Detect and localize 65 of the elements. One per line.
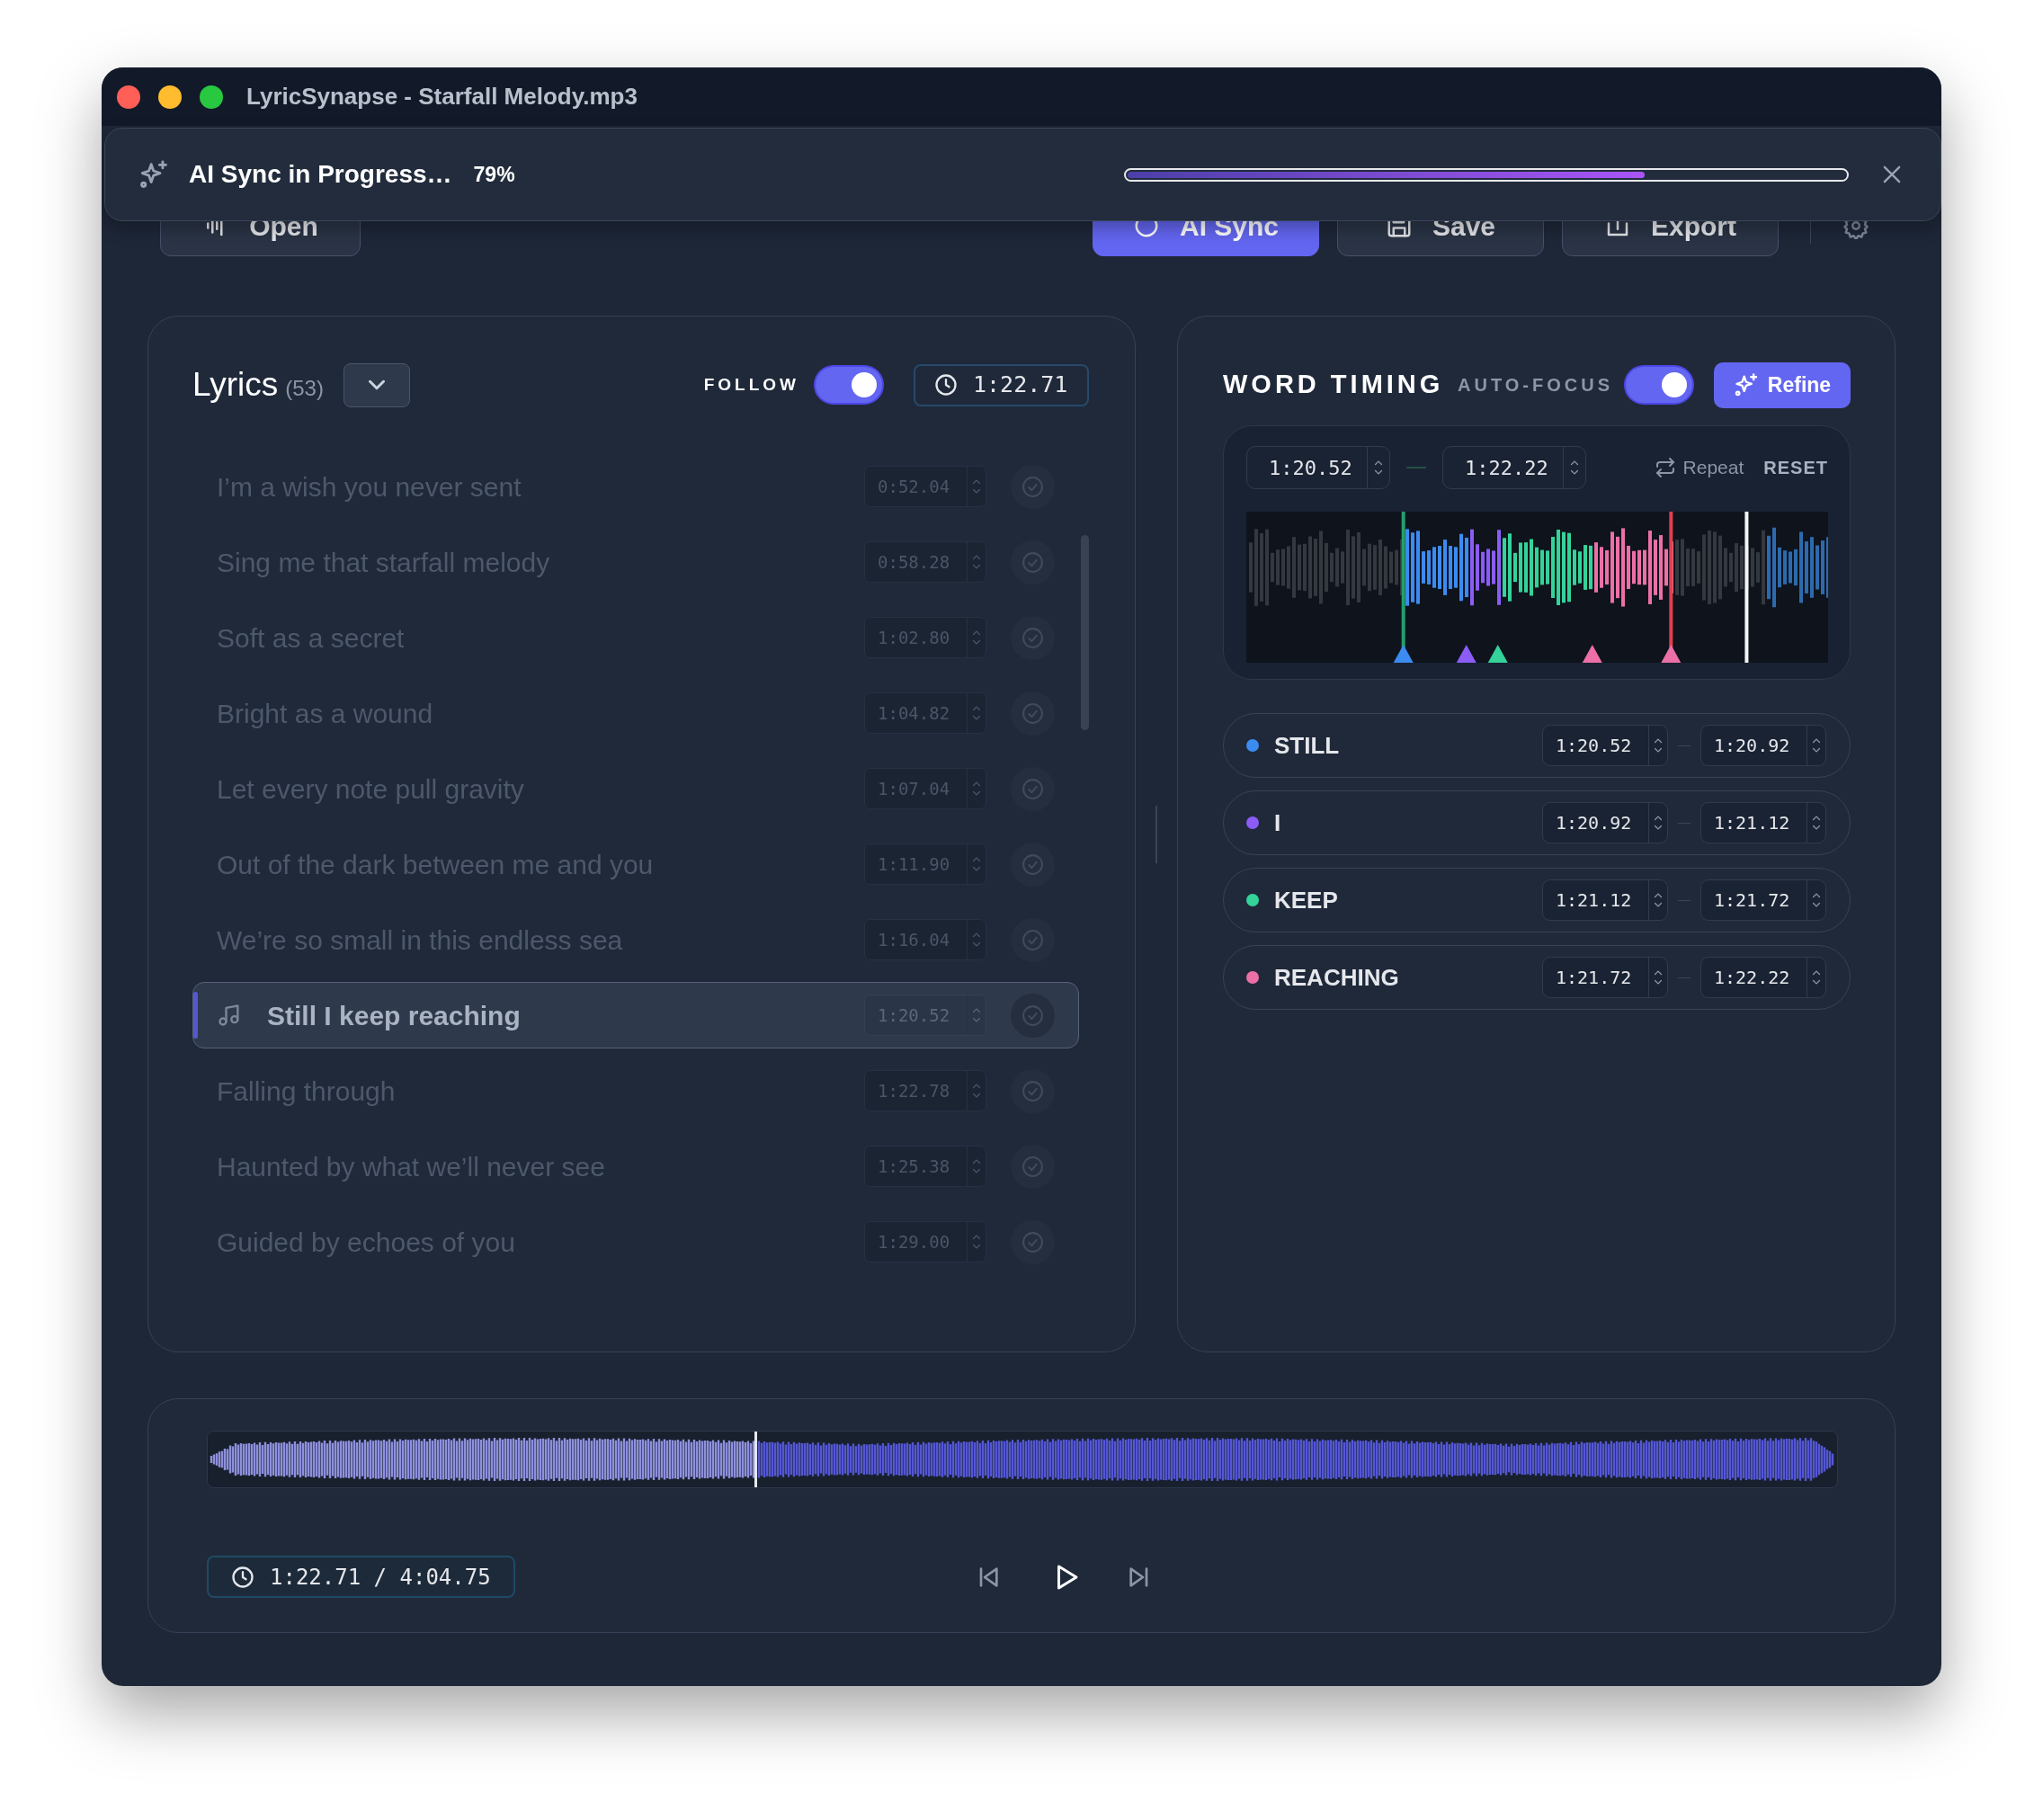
spinner-icon[interactable] [1373, 459, 1384, 477]
word-label: STILL [1274, 730, 1340, 761]
spinner-icon[interactable] [1811, 891, 1822, 909]
time-field[interactable]: 1:20.92 [1700, 725, 1826, 766]
check-circle-icon[interactable] [1022, 928, 1044, 951]
check-circle-icon[interactable] [1022, 550, 1044, 574]
time-field[interactable]: 1:21.72 [1542, 957, 1668, 998]
check-circle-icon[interactable] [1022, 1079, 1044, 1102]
dropdown-button[interactable] [343, 362, 410, 407]
line-count: (53) [285, 375, 324, 402]
auto-focus-label: AUTO-FOCUS [1458, 374, 1613, 397]
spinner-icon[interactable] [1569, 459, 1580, 477]
follow-label: FOLLOW [703, 373, 799, 396]
playback-time: 1:22.71 / 4:04.75 [270, 1563, 491, 1592]
check-circle-icon[interactable] [1022, 1155, 1044, 1178]
chevron-down-icon [368, 379, 385, 390]
spinner-icon[interactable] [1653, 891, 1664, 909]
check-circle-icon[interactable] [1022, 1004, 1044, 1027]
spinner-icon[interactable] [1811, 968, 1822, 986]
word-label: REACHING [1274, 962, 1399, 993]
panel-title: WORD TIMING [1223, 369, 1444, 401]
close-dot[interactable] [117, 85, 140, 109]
zoom-dot[interactable] [200, 85, 223, 109]
music-note-icon [217, 1003, 242, 1028]
word-label: KEEP [1274, 885, 1338, 915]
progress-percent: 79% [473, 161, 515, 188]
check-circle-icon[interactable] [1022, 701, 1044, 725]
window-title: LyricSynapse - Starfall Melody.mp3 [246, 82, 638, 112]
waveform-scrubber[interactable] [207, 1431, 1838, 1488]
lyric-text: Still I keep reaching [267, 999, 521, 1032]
check-circle-icon[interactable] [1022, 626, 1044, 649]
sparkle-icon [1733, 372, 1759, 397]
time-field[interactable]: 1:20.52 [1246, 446, 1390, 489]
repeat-label[interactable]: Repeat [1682, 453, 1744, 482]
word-label: I [1274, 807, 1281, 838]
refine-button[interactable]: Refine [1714, 361, 1851, 408]
splitter-handle[interactable] [1155, 805, 1157, 863]
spinner-icon[interactable] [1653, 814, 1664, 832]
toggle-switch[interactable] [816, 367, 882, 403]
minimize-dot[interactable] [158, 85, 182, 109]
spinner-icon[interactable] [1653, 968, 1664, 986]
check-circle-icon[interactable] [1022, 852, 1044, 876]
panel-title: Lyrics [192, 365, 279, 406]
check-circle-icon[interactable] [1022, 1230, 1044, 1253]
time-field[interactable]: 1:21.72 [1700, 879, 1826, 921]
time-field[interactable]: 1:21.12 [1542, 879, 1668, 921]
reset-button[interactable]: RESET [1763, 454, 1828, 481]
repeat-icon[interactable] [1654, 457, 1676, 478]
spinner-icon[interactable] [1811, 814, 1822, 832]
current-time: 1:22.71 [973, 370, 1068, 400]
time-field[interactable]: 1:22.22 [1442, 446, 1586, 489]
time-field[interactable]: 1:21.12 [1700, 802, 1826, 843]
notification-title: AI Sync in Progress… [189, 159, 452, 190]
time-field[interactable]: 1:20.92 [1542, 802, 1668, 843]
clock-icon [933, 372, 959, 397]
scrollbar[interactable] [1081, 535, 1089, 730]
time-field[interactable]: 1:22.22 [1700, 957, 1826, 998]
spinner-icon[interactable] [1811, 736, 1822, 754]
check-circle-icon[interactable] [1022, 777, 1044, 800]
sparkle-icon [138, 159, 169, 190]
check-circle-icon[interactable] [1022, 475, 1044, 498]
spinner-icon[interactable] [1653, 736, 1664, 754]
clock-icon [230, 1564, 255, 1590]
time-field[interactable]: 1:20.52 [1542, 725, 1668, 766]
toggle-switch[interactable] [1626, 367, 1692, 403]
